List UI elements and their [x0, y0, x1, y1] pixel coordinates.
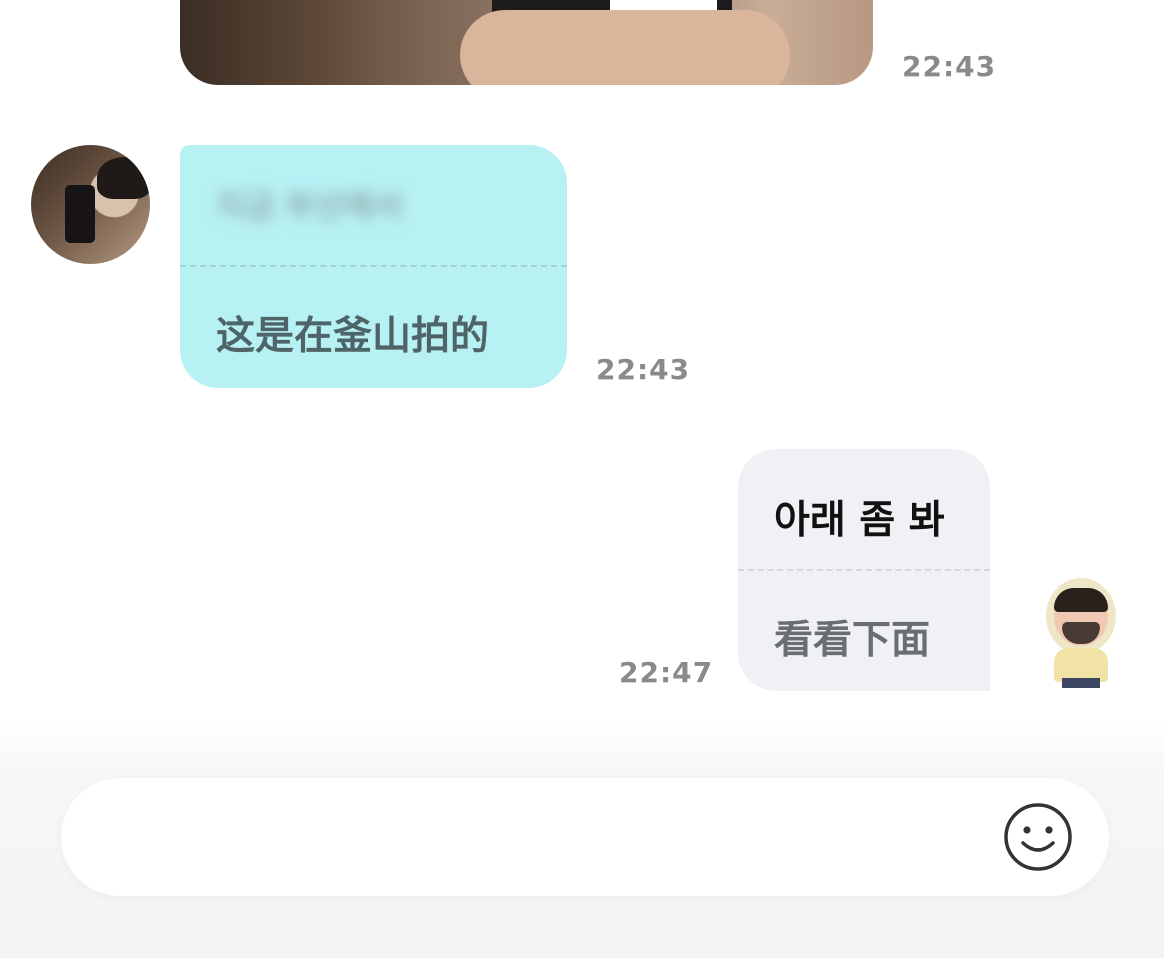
avatar-legs	[1062, 678, 1100, 688]
original-text: 아래 좀 봐	[774, 498, 945, 543]
image-message[interactable]	[180, 0, 873, 85]
message-input[interactable]	[61, 778, 1109, 896]
original-text-blurred: 지금 부산에서	[216, 187, 403, 225]
composer-area	[0, 720, 1164, 958]
avatar-hair	[97, 157, 150, 199]
timestamp: 22:43	[596, 353, 691, 386]
translation-text: 这是在釜山拍的	[216, 314, 490, 359]
avatar-hair	[1054, 588, 1108, 612]
translation-text: 看看下面	[774, 618, 931, 663]
my-avatar[interactable]	[1040, 578, 1124, 688]
contact-avatar[interactable]	[31, 145, 150, 264]
translation-divider	[180, 265, 567, 267]
timestamp: 22:47	[619, 656, 714, 689]
received-message-bubble[interactable]: 지금 부산에서 这是在釜山拍的	[180, 145, 567, 388]
chat-thread: 22:43 지금 부산에서 这是在釜山拍的 22:43 아래 좀 봐 看看下面 …	[0, 0, 1164, 720]
avatar-phone	[65, 185, 95, 243]
avatar-body	[1054, 648, 1108, 682]
translation-divider	[738, 569, 990, 571]
timestamp: 22:43	[902, 50, 997, 83]
photo-finger	[460, 10, 790, 85]
smiley-icon[interactable]	[1003, 802, 1073, 872]
sent-message-bubble[interactable]: 아래 좀 봐 看看下面	[738, 449, 990, 691]
